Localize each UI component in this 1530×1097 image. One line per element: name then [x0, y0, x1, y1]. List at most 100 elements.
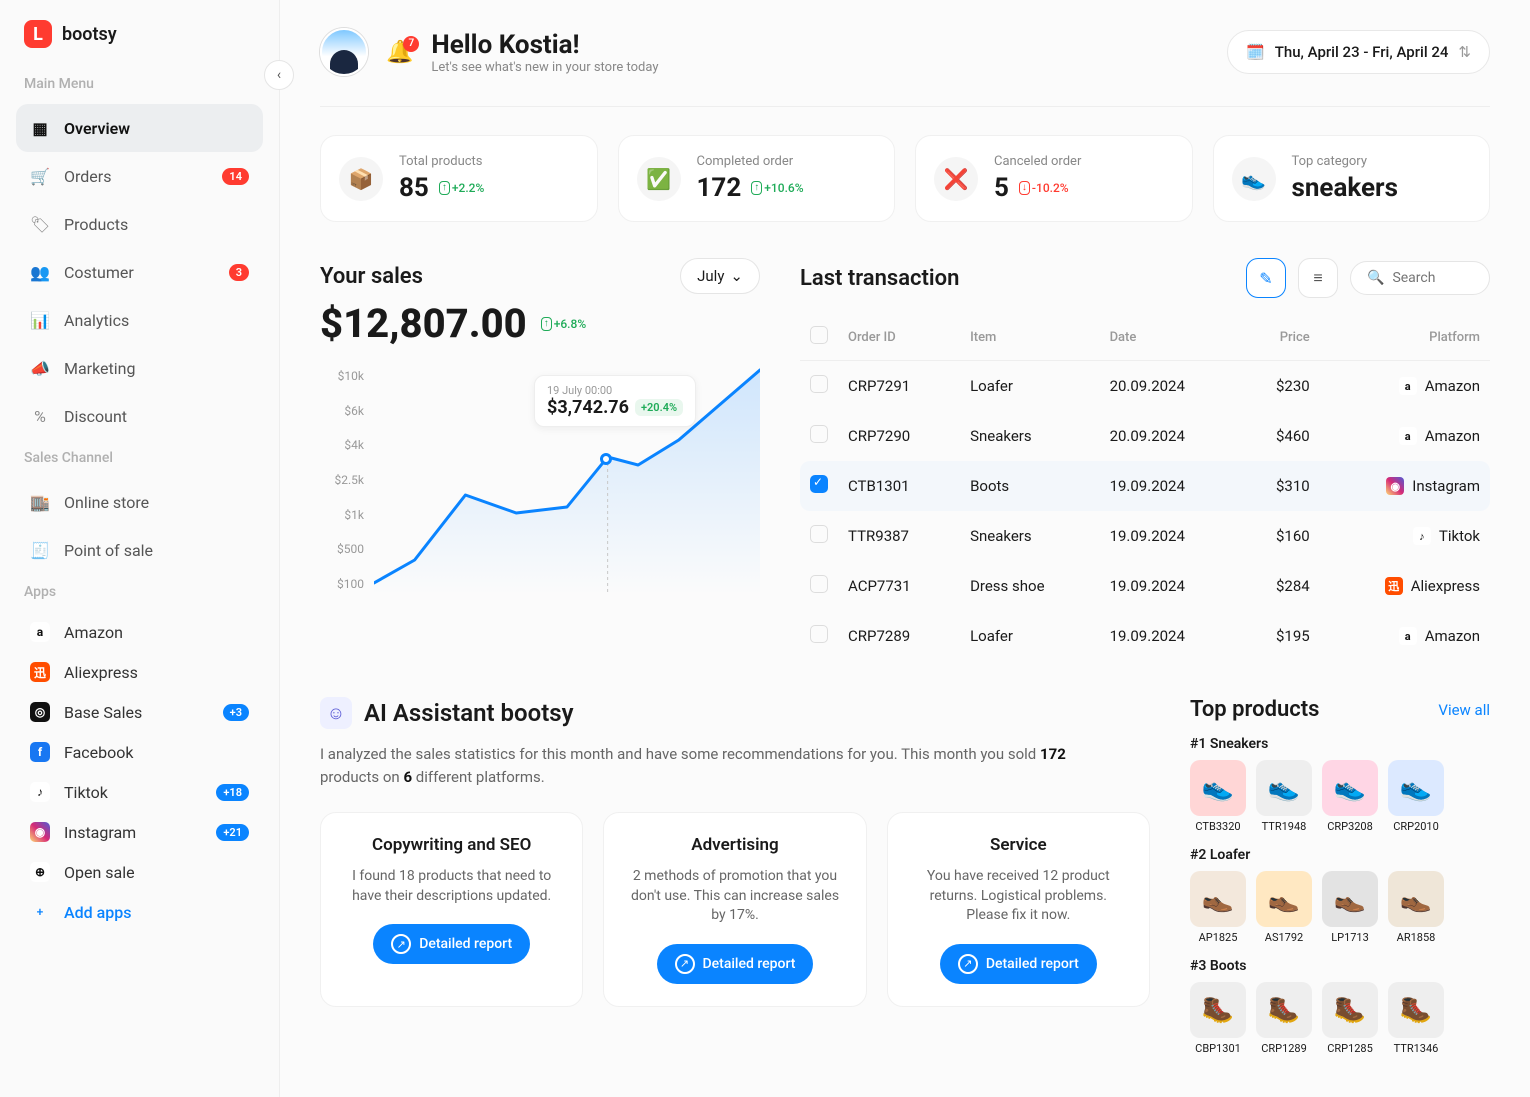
- product-item[interactable]: 👟CRP2010: [1388, 760, 1444, 833]
- sidebar-item-marketing[interactable]: 📣Marketing: [16, 344, 263, 392]
- stat-value: sneakers: [1292, 173, 1398, 203]
- product-item[interactable]: 👞AP1825: [1190, 871, 1246, 944]
- product-sku: CRP2010: [1388, 820, 1444, 833]
- sidebar-app-aliexpress[interactable]: 迅Aliexpress: [16, 652, 263, 692]
- table-row[interactable]: CTB1301 Boots 19.09.2024 $310 ◉Instagram: [800, 461, 1490, 511]
- month-select[interactable]: July ⌄: [680, 258, 760, 294]
- product-group: #1 Sneakers👟CTB3320👟TTR1948👟CRP3208👟CRP2…: [1190, 736, 1490, 833]
- cell-platform: ◉Instagram: [1330, 477, 1480, 495]
- search-input[interactable]: [1392, 270, 1472, 286]
- product-item[interactable]: 👟CTB3320: [1190, 760, 1246, 833]
- product-item[interactable]: 👟CRP3208: [1322, 760, 1378, 833]
- row-checkbox[interactable]: [810, 625, 828, 643]
- detailed-report-button[interactable]: ↗Detailed report: [940, 944, 1097, 984]
- notifications-button[interactable]: 🔔 7: [386, 40, 413, 65]
- sidebar-item-products[interactable]: 🏷Products: [16, 200, 263, 248]
- table-row[interactable]: CRP7290 Sneakers 20.09.2024 $460 aAmazon: [800, 411, 1490, 461]
- app-icon: a: [30, 622, 50, 642]
- y-tick: $100: [320, 577, 364, 591]
- recommendation-card: Copywriting and SEOI found 18 products t…: [320, 812, 583, 1007]
- row-checkbox[interactable]: [810, 425, 828, 443]
- sidebar-channel-online-store[interactable]: 🏬Online store: [16, 478, 263, 526]
- brand-icon: L: [24, 20, 52, 48]
- sidebar-app-instagram[interactable]: ◉Instagram+21: [16, 812, 263, 852]
- avatar[interactable]: [320, 28, 368, 76]
- sidebar-app-facebook[interactable]: fFacebook: [16, 732, 263, 772]
- brand-name: bootsy: [62, 24, 117, 45]
- sidebar-item-costumer[interactable]: 👥Costumer3: [16, 248, 263, 296]
- product-thumb: 👞: [1256, 871, 1312, 927]
- product-item[interactable]: 👞AS1792: [1256, 871, 1312, 944]
- platform-icon: a: [1399, 427, 1417, 445]
- cell-date: 19.09.2024: [1100, 611, 1241, 661]
- table-row[interactable]: TTR9387 Sneakers 19.09.2024 $160 ♪Tiktok: [800, 511, 1490, 561]
- app-icon: 迅: [30, 662, 50, 682]
- sidebar-item-label: Amazon: [64, 623, 123, 642]
- view-all-link[interactable]: View all: [1438, 701, 1490, 719]
- table-row[interactable]: CRP7291 Loafer 20.09.2024 $230 aAmazon: [800, 361, 1490, 412]
- y-tick: $1k: [320, 508, 364, 522]
- row-checkbox[interactable]: [810, 575, 828, 593]
- row-checkbox[interactable]: [810, 525, 828, 543]
- table-row[interactable]: CRP7289 Loafer 19.09.2024 $195 aAmazon: [800, 611, 1490, 661]
- sales-chart[interactable]: $10k$6k$4k$2.5k$1k$500$100 19 July 00:00…: [320, 365, 760, 595]
- select-all-checkbox[interactable]: [810, 326, 828, 344]
- grid-icon: ▦: [30, 118, 50, 138]
- arrow-icon: ↗: [391, 934, 411, 954]
- stat-icon: 📦: [339, 157, 383, 201]
- detailed-report-button[interactable]: ↗Detailed report: [373, 924, 530, 964]
- sidebar-item-label: Instagram: [64, 823, 136, 842]
- top-products-title: Top products: [1190, 697, 1319, 722]
- cell-order-id: CRP7289: [838, 611, 960, 661]
- product-item[interactable]: 👟TTR1948: [1256, 760, 1312, 833]
- notifications-badge: 7: [403, 36, 419, 52]
- cell-price: $284: [1240, 561, 1319, 611]
- sidebar-item-orders[interactable]: 🛒Orders14: [16, 152, 263, 200]
- date-range-picker[interactable]: 🗓️ Thu, April 23 - Fri, April 24 ⇅: [1227, 30, 1490, 74]
- sidebar-item-label: Point of sale: [64, 541, 153, 560]
- table-row[interactable]: ACP7731 Dress shoe 19.09.2024 $284 迅Alie…: [800, 561, 1490, 611]
- sidebar-app-base-sales[interactable]: ◎Base Sales+3: [16, 692, 263, 732]
- row-checkbox[interactable]: [810, 475, 828, 493]
- sidebar-app-open-sale[interactable]: ⊕Open sale: [16, 852, 263, 892]
- product-item[interactable]: 👞AR1858: [1388, 871, 1444, 944]
- cart-icon: 🛒: [30, 166, 50, 186]
- filter-icon: ≡: [1313, 268, 1322, 288]
- sidebar-channel-point-of-sale[interactable]: 🧾Point of sale: [16, 526, 263, 574]
- y-tick: $10k: [320, 369, 364, 383]
- filter-button[interactable]: ≡: [1298, 258, 1338, 298]
- stat-label: Canceled order: [994, 154, 1081, 169]
- cell-item: Boots: [960, 461, 1100, 511]
- edit-button[interactable]: ✎: [1246, 258, 1286, 298]
- sidebar-item-analytics[interactable]: 📊Analytics: [16, 296, 263, 344]
- platform-icon: ♪: [1413, 527, 1431, 545]
- app-icon: ◎: [30, 702, 50, 722]
- cell-item: Loafer: [960, 611, 1100, 661]
- column-header: Order ID: [838, 314, 960, 361]
- row-checkbox[interactable]: [810, 375, 828, 393]
- product-item[interactable]: 🥾CRP1285: [1322, 982, 1378, 1055]
- sidebar-collapse-button[interactable]: ‹: [264, 60, 294, 90]
- sidebar-app-tiktok[interactable]: ♪Tiktok+18: [16, 772, 263, 812]
- product-item[interactable]: 👞LP1713: [1322, 871, 1378, 944]
- product-item[interactable]: 🥾CRP1289: [1256, 982, 1312, 1055]
- brand-logo[interactable]: L bootsy: [16, 20, 263, 48]
- sidebar-app-amazon[interactable]: a Amazon: [16, 612, 263, 652]
- cell-order-id: ACP7731: [838, 561, 960, 611]
- cell-price: $195: [1240, 611, 1319, 661]
- product-sku: AP1825: [1190, 931, 1246, 944]
- cell-order-id: CTB1301: [838, 461, 960, 511]
- stat-delta: ↓-10.2%: [1017, 181, 1071, 195]
- section-apps: Apps: [24, 584, 263, 600]
- product-item[interactable]: 🥾TTR1346: [1388, 982, 1444, 1055]
- sidebar-item-discount[interactable]: %Discount: [16, 392, 263, 440]
- sidebar-item-overview[interactable]: ▦Overview: [16, 104, 263, 152]
- search-icon: 🔍: [1367, 270, 1384, 286]
- detailed-report-button[interactable]: ↗Detailed report: [657, 944, 814, 984]
- product-thumb: 🥾: [1190, 982, 1246, 1038]
- product-item[interactable]: 🥾CBP1301: [1190, 982, 1246, 1055]
- date-range-text: Thu, April 23 - Fri, April 24: [1275, 43, 1449, 61]
- add-apps-button[interactable]: + Add apps: [16, 892, 263, 932]
- product-group-title: #3 Boots: [1190, 958, 1490, 974]
- search-box[interactable]: 🔍: [1350, 261, 1490, 295]
